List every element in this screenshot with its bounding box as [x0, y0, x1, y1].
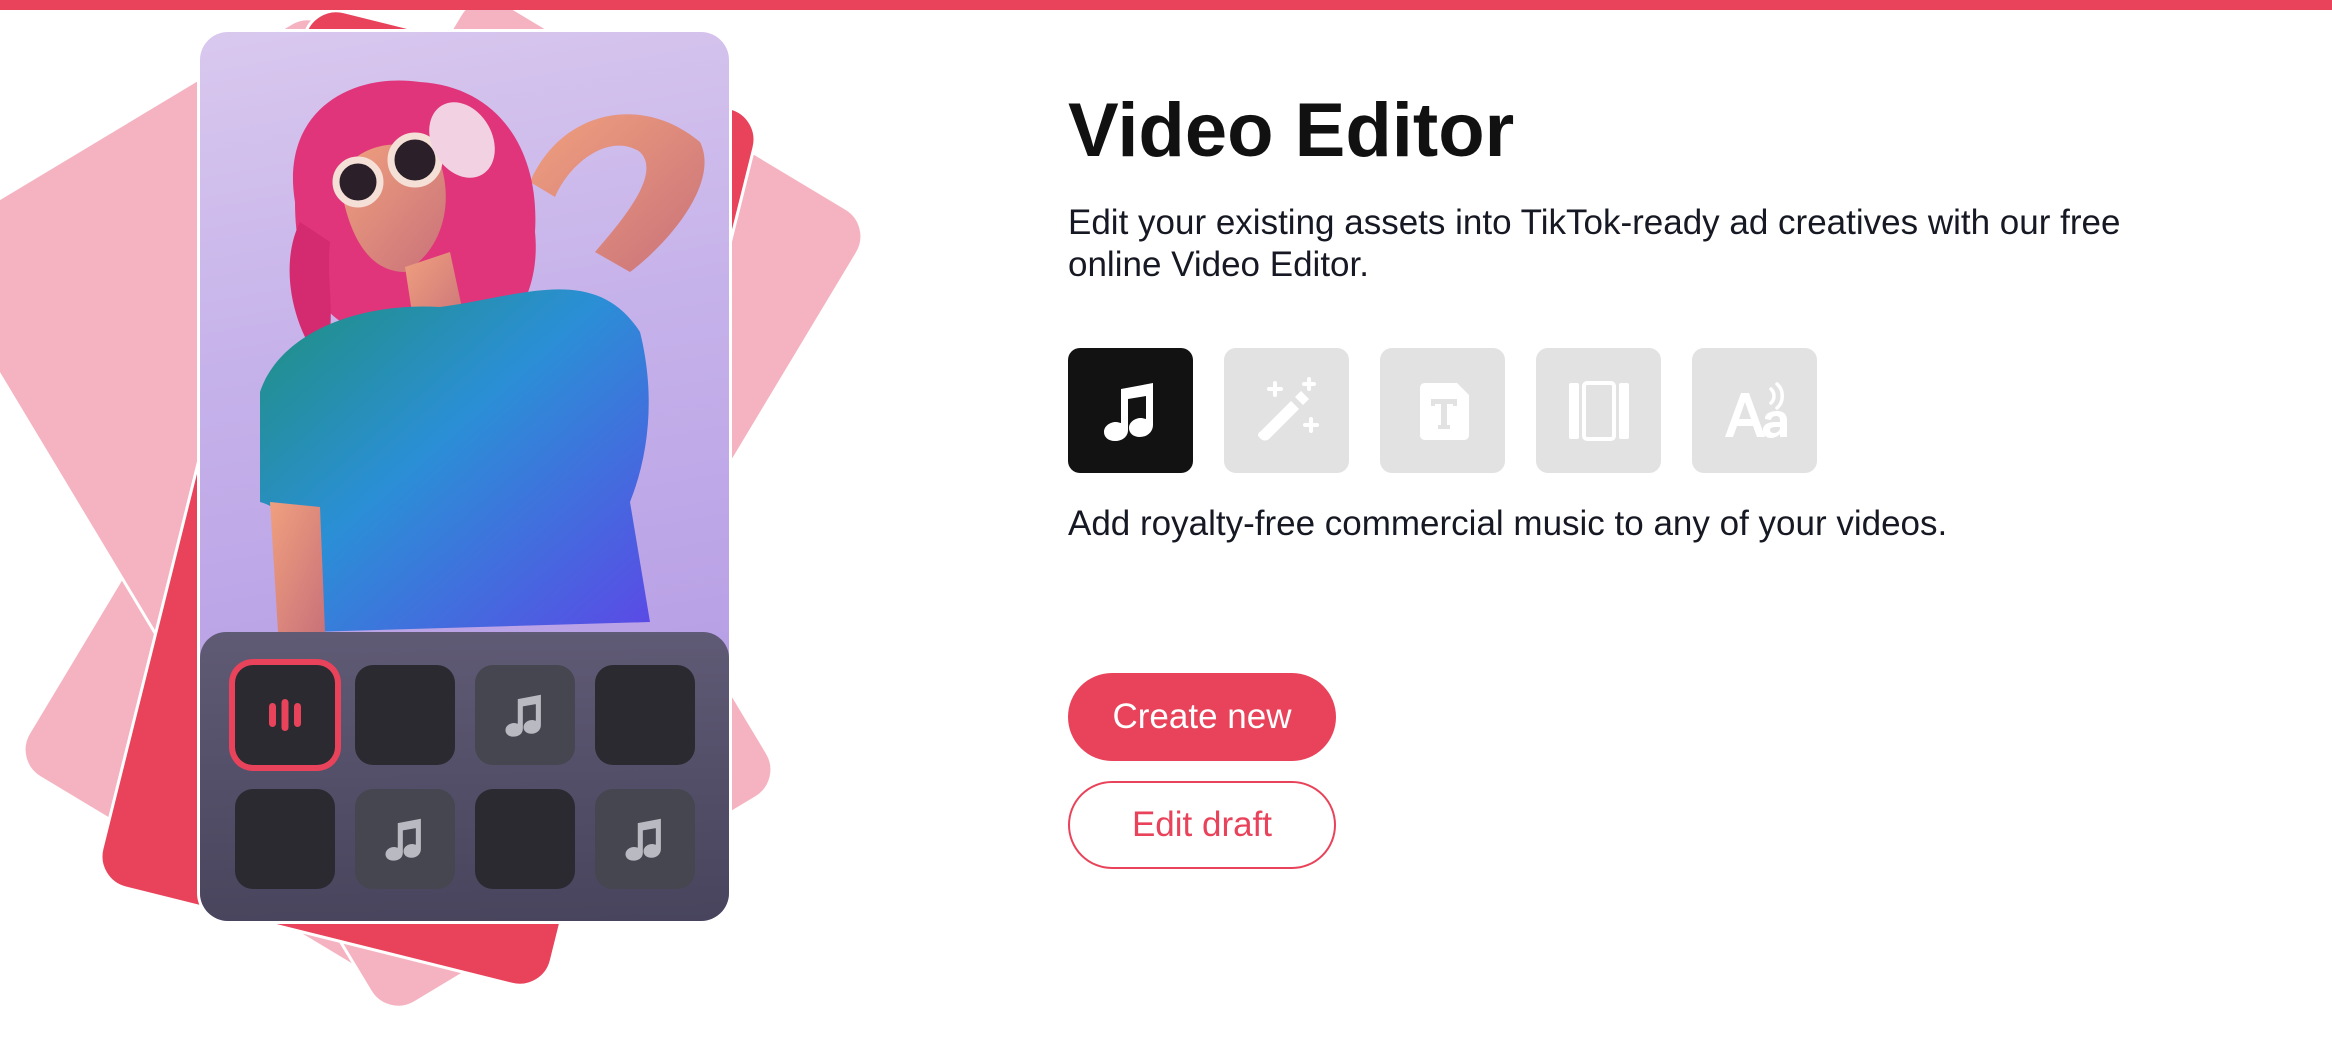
sound-tile [235, 665, 335, 765]
tool-tab-text-to-speech[interactable] [1692, 348, 1817, 473]
edit-draft-button[interactable]: Edit draft [1068, 781, 1336, 869]
music-note-icon [1103, 382, 1153, 441]
create-new-button[interactable]: Create new [1068, 673, 1336, 761]
magic-wand-icon [1257, 376, 1319, 440]
sound-tile [475, 789, 575, 889]
tool-tab-music[interactable] [1068, 348, 1193, 473]
video-editor-hero: Video Editor Edit your existing assets i… [0, 0, 2332, 1056]
tool-tab-frame[interactable] [1536, 348, 1661, 473]
sound-tile [355, 665, 455, 765]
sound-tile-grid [200, 632, 729, 921]
page-title: Video Editor [1068, 88, 1515, 173]
hero-actions: Create new Edit draft [1068, 673, 1336, 869]
sound-tile [595, 665, 695, 765]
sound-tile [595, 789, 695, 889]
phone-preview [200, 32, 729, 921]
editor-tool-tabs [1068, 348, 2268, 473]
tool-tab-effects[interactable] [1224, 348, 1349, 473]
feature-caption: Add royalty-free commercial music to any… [1068, 504, 1948, 543]
text-to-speech-icon [1724, 381, 1787, 438]
music-note-icon [505, 694, 541, 737]
text-icon [1419, 382, 1469, 440]
sound-tile [355, 789, 455, 889]
hero-illustration [0, 0, 1000, 1056]
sound-tile [235, 789, 335, 889]
tool-tab-text[interactable] [1380, 348, 1505, 473]
hero-description: Edit your existing assets into TikTok-re… [1068, 203, 2121, 284]
music-note-icon [385, 818, 421, 861]
music-note-icon [625, 818, 661, 861]
sound-tile [475, 665, 575, 765]
hero-content: Video Editor Edit your existing assets i… [1068, 88, 2268, 869]
top-accent-bar [0, 0, 2332, 10]
frame-icon [1568, 380, 1629, 441]
audio-bars-icon [269, 699, 301, 731]
